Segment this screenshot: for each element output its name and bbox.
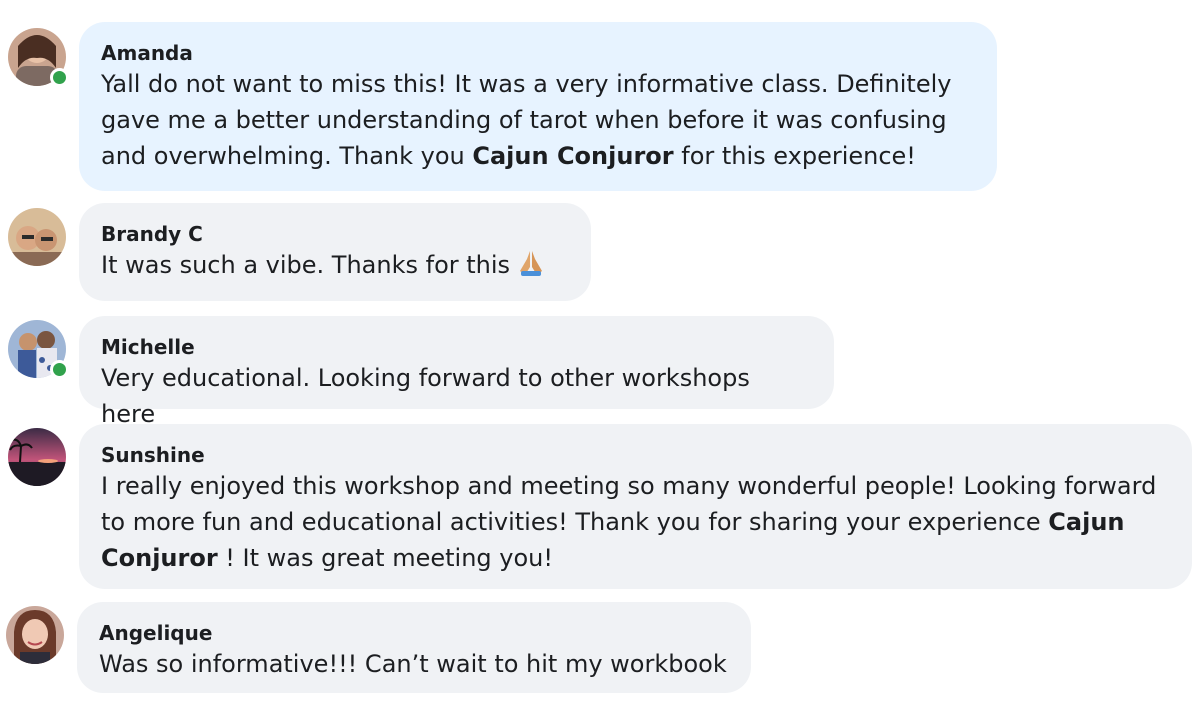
comment-author[interactable]: Amanda xyxy=(101,40,973,66)
mention-link[interactable]: Cajun Conjuror xyxy=(472,142,673,170)
comment-text-part: for this experience! xyxy=(673,142,916,170)
comment-author[interactable]: Sunshine xyxy=(101,442,1168,468)
comment-bubble: Angelique Was so informative!!! Can’t wa… xyxy=(77,602,751,693)
avatar[interactable] xyxy=(6,606,64,664)
comment-text: I really enjoyed this workshop and meeti… xyxy=(101,468,1168,576)
comment-bubble: Amanda Yall do not want to miss this! It… xyxy=(79,22,997,191)
folded-hands-icon xyxy=(516,249,546,287)
comment-bubble: Michelle Very educational. Looking forwa… xyxy=(79,316,834,428)
avatar-photo xyxy=(8,208,66,266)
comment-bubble: Sunshine I really enjoyed this workshop … xyxy=(79,424,1192,589)
comment-author[interactable]: Michelle xyxy=(101,334,810,360)
avatar[interactable] xyxy=(8,28,69,87)
comment-text: Yall do not want to miss this! It was a … xyxy=(101,66,973,174)
comment-text-part: ! It was great meeting you! xyxy=(217,544,554,572)
comment-author[interactable]: Angelique xyxy=(99,620,727,646)
avatar[interactable] xyxy=(8,428,66,486)
comment-text: It was such a vibe. Thanks for this xyxy=(101,247,567,287)
avatar[interactable] xyxy=(8,320,69,379)
comment-text-part: It was such a vibe. Thanks for this xyxy=(101,251,511,279)
avatar-photo xyxy=(8,428,66,486)
comment-text: Very educational. Looking forward to oth… xyxy=(101,364,750,428)
comment-text-part: I really enjoyed this workshop and meeti… xyxy=(101,472,1157,536)
comment-bubble: Brandy C It was such a vibe. Thanks for … xyxy=(79,203,591,301)
online-status-dot xyxy=(50,360,69,379)
avatar-photo xyxy=(6,606,64,664)
online-status-dot xyxy=(50,68,69,87)
avatar[interactable] xyxy=(8,208,66,266)
comment-author[interactable]: Brandy C xyxy=(101,221,567,247)
comment-text: Was so informative!!! Can’t wait to hit … xyxy=(99,650,727,678)
